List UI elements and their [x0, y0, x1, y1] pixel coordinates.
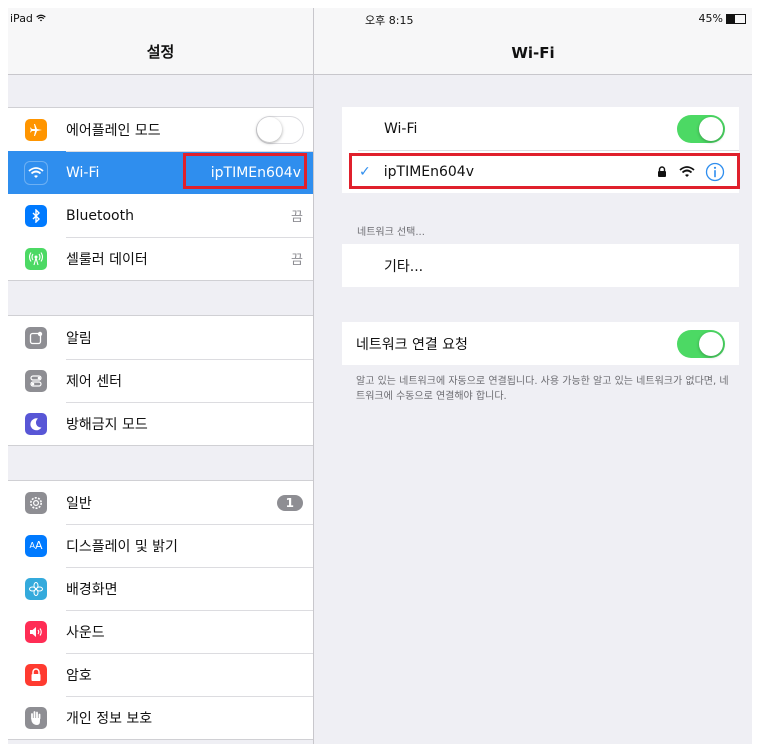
notifications-icon — [25, 326, 47, 349]
highlight-box-connected-network — [349, 153, 740, 189]
sidebar-title: 설정 — [146, 43, 175, 61]
lock-icon — [25, 663, 47, 686]
sidebar-item-label: Bluetooth — [66, 207, 134, 224]
battery-icon — [726, 13, 746, 24]
settings-sidebar: 설정 에어플레인 모드 Wi-Fi ipTIMEn604v Bluetooth … — [8, 8, 314, 744]
sidebar-item-wallpaper[interactable]: 배경화면 — [8, 567, 313, 610]
sidebar-item-notifications[interactable]: 알림 — [8, 316, 313, 359]
sidebar-item-control-center[interactable]: 제어 센터 — [8, 359, 313, 402]
other-network-label: 기타... — [384, 258, 424, 275]
airplane-mode-toggle[interactable] — [256, 115, 304, 144]
wifi-toggle[interactable] — [677, 114, 725, 143]
choose-network-header: 네트워크 선택... — [357, 227, 425, 238]
moon-icon — [25, 412, 47, 435]
wifi-toggle-row: Wi-Fi — [342, 107, 739, 150]
sidebar-item-label: 디스플레이 및 밝기 — [66, 538, 178, 555]
wifi-status-icon — [36, 12, 47, 25]
sidebar-item-label: 개인 정보 보호 — [66, 710, 153, 727]
other-network-group: 기타... — [342, 244, 739, 287]
wallpaper-icon — [25, 577, 47, 600]
sidebar-item-privacy[interactable]: 개인 정보 보호 — [8, 696, 313, 739]
sidebar-item-bluetooth[interactable]: Bluetooth 끔 — [8, 194, 313, 237]
bluetooth-status: 끔 — [291, 210, 303, 225]
sidebar-item-label: 배경화면 — [66, 581, 118, 598]
sidebar-item-do-not-disturb[interactable]: 방해금지 모드 — [8, 402, 313, 445]
ask-to-join-label: 네트워크 연결 요청 — [356, 336, 468, 353]
sidebar-item-label: 알림 — [66, 330, 92, 347]
status-device: iPad — [10, 12, 47, 25]
wifi-label: Wi-Fi — [384, 120, 418, 137]
sidebar-item-label: 에어플레인 모드 — [66, 122, 161, 139]
status-bar: iPad 오후 8:15 45% — [8, 8, 752, 30]
sidebar-group-notifications: 알림 제어 센터 방해금지 모드 — [8, 315, 313, 446]
toggle-knob — [257, 116, 282, 142]
sound-icon — [25, 620, 47, 643]
status-battery: 45% — [699, 12, 746, 25]
sidebar-item-label: 암호 — [66, 667, 92, 684]
control-center-icon — [25, 369, 47, 392]
toggle-knob — [699, 331, 723, 356]
sidebar-item-label: 셀룰러 데이터 — [66, 251, 148, 268]
sidebar-item-display[interactable]: AA 디스플레이 및 밝기 — [8, 524, 313, 567]
wifi-detail-pane: Wi-Fi Wi-Fi ✓ ipTIMEn604v 네트워크 선택... 기타.… — [314, 8, 752, 744]
sidebar-item-airplane-mode: 에어플레인 모드 — [8, 108, 313, 151]
other-network-row[interactable]: 기타... — [342, 244, 739, 287]
hand-icon — [25, 706, 47, 729]
airplane-icon — [25, 118, 47, 141]
cellular-icon — [25, 247, 47, 270]
gear-icon — [25, 491, 47, 514]
bluetooth-icon — [25, 204, 47, 227]
sidebar-group-general: 일반 1 AA 디스플레이 및 밝기 배경화면 사운드 암호 개인 정보 보호 — [8, 480, 313, 740]
sidebar-item-label: 방해금지 모드 — [66, 416, 148, 433]
sidebar-item-sounds[interactable]: 사운드 — [8, 610, 313, 653]
sidebar-item-label: 사운드 — [66, 624, 105, 641]
settings-app: 설정 에어플레인 모드 Wi-Fi ipTIMEn604v Bluetooth … — [8, 8, 752, 744]
ask-to-join-group: 네트워크 연결 요청 — [342, 322, 739, 365]
sidebar-item-cellular[interactable]: 셀룰러 데이터 끔 — [8, 237, 313, 280]
sidebar-item-label: 제어 센터 — [66, 373, 122, 390]
status-time: 오후 8:15 — [365, 14, 414, 27]
ask-to-join-footnote: 알고 있는 네트워크에 자동으로 연결됩니다. 사용 가능한 알고 있는 네트워… — [356, 376, 729, 402]
sidebar-item-passcode[interactable]: 암호 — [8, 653, 313, 696]
sidebar-group-connectivity: 에어플레인 모드 Wi-Fi ipTIMEn604v Bluetooth 끔 셀… — [8, 107, 313, 281]
device-name: iPad — [10, 12, 33, 25]
battery-percent: 45% — [698, 12, 723, 25]
display-icon: AA — [25, 534, 47, 557]
wifi-icon — [25, 161, 47, 184]
ask-to-join-row: 네트워크 연결 요청 — [342, 322, 739, 365]
highlight-box-wifi-value — [183, 153, 307, 189]
sidebar-item-label: 일반 — [66, 495, 92, 512]
sidebar-item-general[interactable]: 일반 1 — [8, 481, 313, 524]
toggle-knob — [699, 116, 723, 141]
cellular-status: 끔 — [291, 253, 303, 268]
ask-to-join-toggle[interactable] — [677, 329, 725, 358]
detail-title: Wi-Fi — [511, 44, 555, 62]
battery-fill — [727, 14, 736, 23]
general-update-badge: 1 — [276, 494, 303, 511]
